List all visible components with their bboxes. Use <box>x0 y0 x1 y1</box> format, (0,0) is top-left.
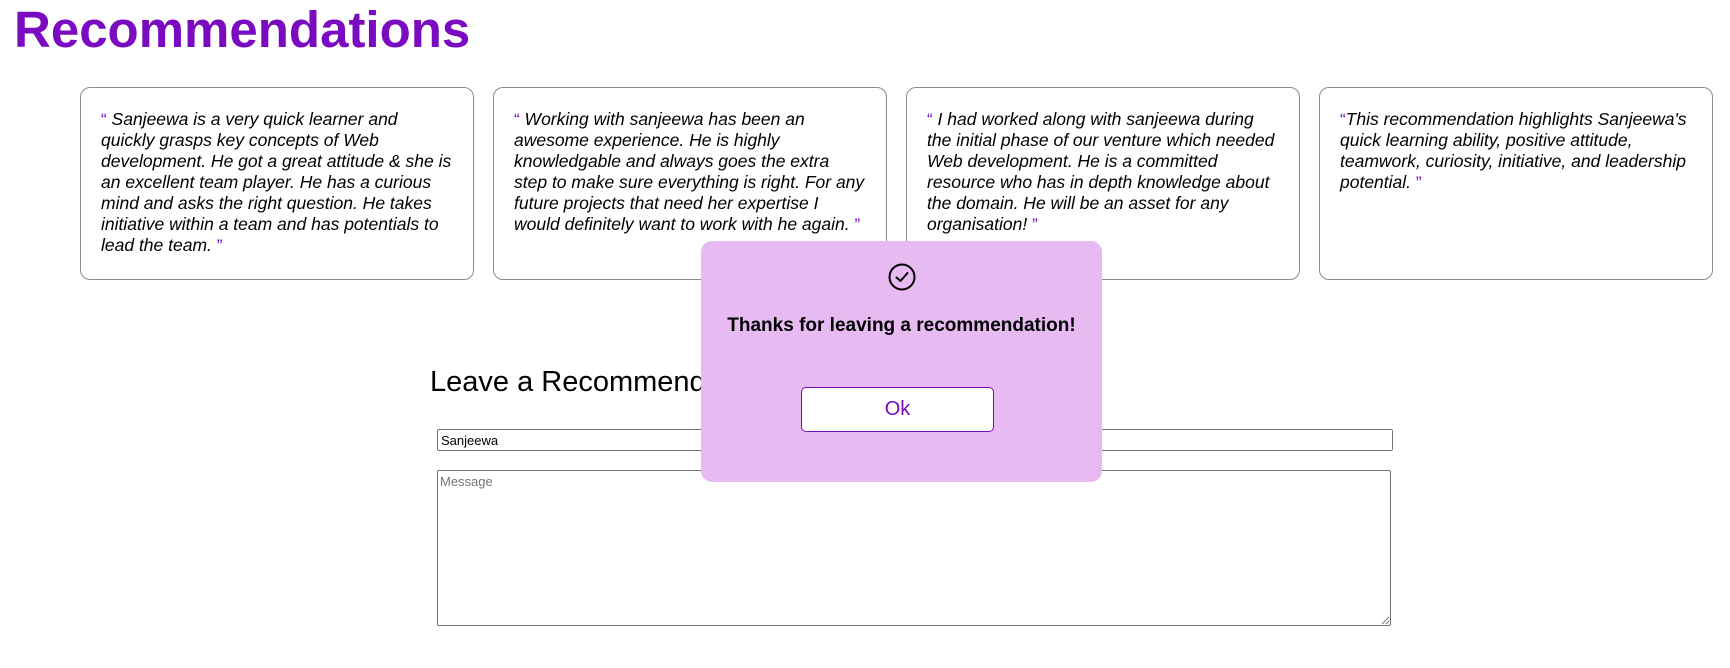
open-quote: “ <box>927 110 933 129</box>
page-title: Recommendations <box>14 1 471 58</box>
close-quote: ” <box>216 236 223 255</box>
close-quote: ” <box>1415 173 1422 192</box>
open-quote: “ <box>101 110 107 129</box>
recommendation-text: I had worked along with sanjeewa during … <box>927 109 1275 234</box>
recommendation-text: This recommendation highlights Sanjeewa'… <box>1340 109 1687 192</box>
close-quote: ” <box>854 215 861 234</box>
check-circle-icon <box>888 263 916 291</box>
confirmation-popup: Thanks for leaving a recommendation! Ok <box>701 241 1102 482</box>
recommendation-text: Sanjeewa is a very quick learner and qui… <box>101 109 452 255</box>
popup-message: Thanks for leaving a recommendation! <box>727 315 1076 336</box>
ok-button[interactable]: Ok <box>801 387 994 432</box>
recommendation-card: “This recommendation highlights Sanjeewa… <box>1319 87 1713 280</box>
recommendation-card: “ Sanjeewa is a very quick learner and q… <box>80 87 474 280</box>
message-input[interactable] <box>437 470 1391 626</box>
close-quote: ” <box>1032 215 1038 234</box>
recommendation-text: Working with sanjeewa has been an awesom… <box>514 109 865 234</box>
open-quote: “ <box>514 110 520 129</box>
